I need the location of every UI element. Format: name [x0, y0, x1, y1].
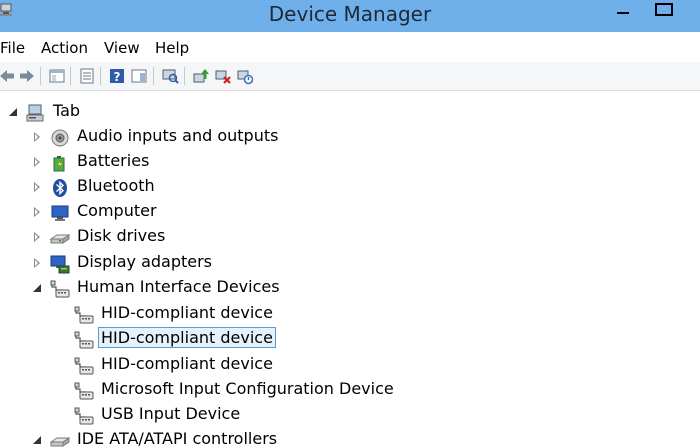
expand-arrow-icon[interactable] — [32, 232, 42, 242]
tree-root-label: Tab — [53, 101, 81, 120]
hid-icon — [74, 357, 94, 375]
disk-drive-icon — [50, 234, 70, 244]
properties-icon[interactable] — [78, 67, 96, 85]
toolbar-separator — [184, 67, 185, 85]
expand-arrow-icon[interactable] — [32, 132, 42, 142]
tree-category-label: Human Interface Devices — [77, 277, 280, 296]
action-pane-icon[interactable] — [130, 67, 148, 85]
tree-category-hid[interactable]: Human Interface Devices — [0, 276, 700, 301]
hid-icon — [74, 331, 94, 349]
collapse-arrow-icon[interactable] — [32, 283, 42, 293]
title-bar: Device Manager — [0, 0, 700, 32]
scan-hardware-icon[interactable] — [161, 67, 179, 85]
uninstall-icon[interactable] — [214, 67, 232, 85]
show-hide-console-tree-icon[interactable] — [48, 67, 66, 85]
tree-device-label: HID-compliant device — [101, 303, 273, 322]
tree-category-display-adapters[interactable]: Display adapters — [0, 251, 700, 276]
tree-category-disk-drives[interactable]: Disk drives — [0, 225, 700, 250]
tree-category-label: Disk drives — [77, 226, 166, 245]
tree-device-label: Microsoft Input Configuration Device — [101, 379, 394, 398]
tree-category-audio[interactable]: Audio inputs and outputs — [0, 125, 700, 150]
tree-category-label: Computer — [77, 201, 157, 220]
tree-root[interactable]: Tab — [0, 100, 700, 125]
tree-device-ms-input-config[interactable]: Microsoft Input Configuration Device — [0, 378, 700, 403]
window-title: Device Manager — [268, 2, 432, 26]
tree-device-label: HID-compliant device — [101, 354, 273, 373]
tree-category-batteries[interactable]: Batteries — [0, 150, 700, 175]
bluetooth-icon — [53, 179, 67, 197]
tree-category-label: Display adapters — [77, 252, 213, 271]
device-tree: Tab Audio inputs and outputs Batteries B… — [0, 91, 700, 448]
tree-category-label: Batteries — [77, 151, 150, 170]
toolbar-separator — [70, 67, 71, 85]
svg-text:?: ? — [114, 70, 121, 84]
computer-icon — [26, 104, 44, 122]
hid-icon — [50, 280, 70, 298]
tree-device-hid-compliant-3[interactable]: HID-compliant device — [0, 353, 700, 378]
toolbar: ? — [0, 62, 700, 91]
monitor-icon — [51, 205, 69, 221]
expand-arrow-icon[interactable] — [32, 182, 42, 192]
tree-category-label: Bluetooth — [77, 176, 155, 195]
expand-arrow-icon[interactable] — [32, 258, 42, 268]
minimize-button[interactable] — [610, 0, 638, 20]
toolbar-separator — [153, 67, 154, 85]
help-icon[interactable]: ? — [108, 67, 126, 85]
menu-help[interactable]: Help — [155, 39, 189, 57]
tree-category-label: Audio inputs and outputs — [77, 126, 279, 145]
hid-icon — [74, 407, 94, 425]
hid-icon — [74, 382, 94, 400]
disable-icon[interactable] — [236, 67, 254, 85]
tree-device-label: HID-compliant device — [98, 327, 276, 348]
tree-device-label: USB Input Device — [101, 404, 241, 423]
menu-file[interactable]: File — [0, 39, 25, 57]
back-icon[interactable] — [0, 67, 16, 85]
tree-category-bluetooth[interactable]: Bluetooth — [0, 175, 700, 200]
menu-bar: File Action View Help — [0, 34, 700, 62]
menu-view[interactable]: View — [104, 39, 140, 57]
battery-icon — [53, 156, 65, 172]
display-adapter-icon — [50, 255, 70, 274]
expand-arrow-icon[interactable] — [32, 157, 42, 167]
speaker-icon — [51, 129, 69, 147]
expand-arrow-icon[interactable] — [32, 207, 42, 217]
collapse-arrow-icon[interactable] — [8, 107, 18, 117]
update-driver-icon[interactable] — [192, 67, 210, 85]
tree-device-usb-input[interactable]: USB Input Device — [0, 403, 700, 428]
ide-controller-icon — [50, 437, 70, 447]
collapse-arrow-icon[interactable] — [32, 435, 42, 445]
menu-action[interactable]: Action — [41, 39, 88, 57]
toolbar-separator — [100, 67, 101, 85]
tree-category-computer[interactable]: Computer — [0, 200, 700, 225]
tree-device-hid-compliant-2[interactable]: HID-compliant device — [0, 327, 700, 352]
tree-category-label: IDE ATA/ATAPI controllers — [77, 429, 278, 448]
toolbar-separator — [40, 67, 41, 85]
maximize-button[interactable] — [646, 0, 676, 20]
tree-category-ide[interactable]: IDE ATA/ATAPI controllers — [0, 428, 700, 448]
tree-device-hid-compliant-1[interactable]: HID-compliant device — [0, 302, 700, 327]
hid-icon — [74, 306, 94, 324]
forward-icon[interactable] — [18, 67, 36, 85]
